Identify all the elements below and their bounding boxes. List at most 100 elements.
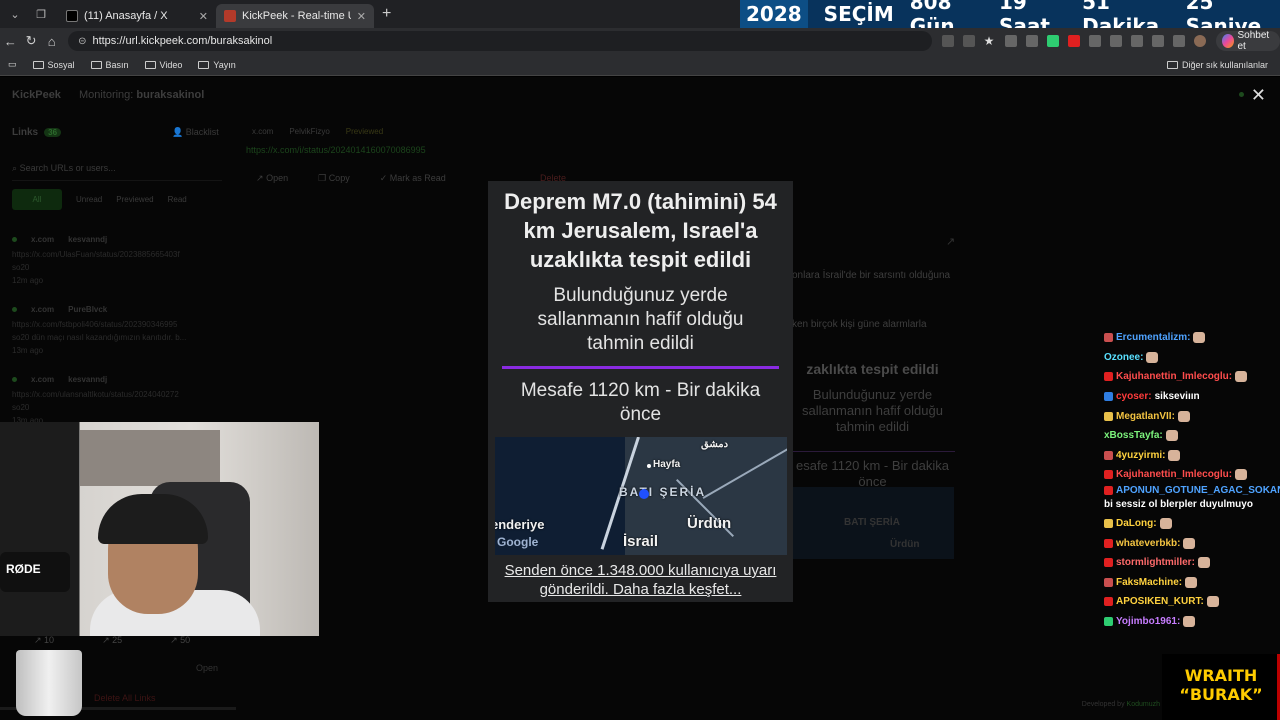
external-link-icon[interactable]: ↗: [946, 235, 955, 248]
close-icon[interactable]: ✕: [1251, 85, 1266, 106]
chat-username[interactable]: APONUN_GOTUNE_AGAC_SOKAN:: [1116, 485, 1280, 496]
chat-emote-icon: [1235, 469, 1248, 481]
chat-message: 4yuzyirmi:: [1104, 446, 1280, 466]
list-item[interactable]: x.com PureBlvck https://x.com/fstbpoli406…: [12, 305, 212, 355]
stat-item: ↗ 25: [102, 635, 123, 645]
site-info-icon[interactable]: ⊝: [78, 36, 86, 47]
chat-badge-icon: [1104, 333, 1113, 343]
live-indicator: [1239, 92, 1244, 97]
chat-message-head: MegatlanVII:: [1104, 410, 1190, 422]
item-site: x.com: [31, 305, 55, 314]
filter-all[interactable]: All: [12, 189, 62, 210]
copilot-chat-button[interactable]: Sohbet et: [1215, 30, 1280, 52]
chat-badge-icon: [1104, 617, 1113, 627]
copilot-icon: [1221, 34, 1234, 48]
extension-icon[interactable]: [1004, 35, 1017, 47]
chat-username[interactable]: xBossTayfa:: [1104, 430, 1163, 441]
close-tab-icon[interactable]: ✕: [199, 10, 208, 23]
chat-message: Kajuhanettin_Imlecoglu:: [1104, 465, 1280, 485]
tab-actions-icon[interactable]: ⌄: [4, 4, 26, 24]
close-tab-icon[interactable]: ✕: [357, 10, 366, 23]
extension-icon[interactable]: [1067, 35, 1080, 47]
profile-avatar[interactable]: [1193, 35, 1206, 47]
chat-message: MegatlanVII:: [1104, 406, 1280, 426]
url-field[interactable]: ⊝ https://url.kickpeek.com/buraksakinol: [68, 31, 932, 51]
list-item[interactable]: x.com kesvanndj https://x.com/UlasFuan/st…: [12, 235, 212, 285]
chat-message-head: xBossTayfa:: [1104, 430, 1178, 442]
chat-username[interactable]: Kajuhanettin_Imlecoglu:: [1116, 371, 1232, 382]
chat-message: xBossTayfa:: [1104, 426, 1280, 446]
extension-icon[interactable]: [1025, 35, 1038, 47]
translate-icon[interactable]: [941, 35, 954, 47]
monitoring-label: Monitoring:: [78, 89, 134, 101]
delete-all-links-button[interactable]: Delete All Links: [94, 693, 156, 703]
monitoring-status: Monitoring: buraksakinol: [79, 89, 204, 101]
tab-x-home[interactable]: (11) Anasayfa / X ✕: [58, 4, 216, 28]
favorites-icon[interactable]: [1151, 35, 1164, 47]
reading-list-icon[interactable]: ▭: [8, 59, 17, 70]
list-item[interactable]: x.com kesvanndj https://x.com/ulansnaltlk…: [12, 375, 212, 425]
stat-item: ↗ 10: [34, 635, 55, 645]
chat-username[interactable]: whateverbkb:: [1116, 538, 1180, 549]
read-aloud-icon[interactable]: [962, 35, 975, 47]
copy-button[interactable]: ❐ Copy: [318, 173, 350, 184]
chat-username[interactable]: cyoser:: [1116, 391, 1152, 402]
app-header: KickPeek Monitoring: buraksakinol: [12, 89, 204, 101]
mark-read-button[interactable]: ✓ Mark as Read: [380, 173, 446, 184]
chat-username[interactable]: APOSIKEN_KURT:: [1116, 596, 1204, 607]
chat-username[interactable]: Kajuhanettin_Imlecoglu:: [1116, 469, 1232, 480]
search-input[interactable]: ⌕ Search URLs or users...: [12, 163, 222, 181]
chat-username[interactable]: 4yuzyirmi:: [1116, 450, 1165, 461]
new-tab-icon[interactable]: +: [382, 5, 391, 23]
favorite-star-icon[interactable]: ★: [984, 35, 996, 47]
item-site: x.com: [31, 235, 55, 244]
bookmark-folder-yayin[interactable]: Yayın: [198, 60, 236, 70]
extensions-icon[interactable]: [1130, 35, 1143, 47]
mic-brand: RØDE: [6, 562, 41, 576]
chat-username[interactable]: Yojimbo1961:: [1116, 616, 1180, 627]
blacklist-button[interactable]: 👤 Blacklist: [172, 127, 219, 138]
chat-emote-icon: [1183, 537, 1196, 549]
folder-icon: [144, 60, 156, 69]
chat-username[interactable]: FaksMachine:: [1116, 577, 1182, 588]
back-icon[interactable]: ←: [0, 34, 21, 49]
filter-read[interactable]: Read: [168, 195, 187, 204]
links-label: Links: [12, 127, 39, 138]
chat-username[interactable]: Ozonee:: [1104, 352, 1143, 363]
chat-username[interactable]: DaLong:: [1116, 518, 1157, 529]
bookmark-folder-basin[interactable]: Basın: [90, 60, 129, 70]
home-icon[interactable]: ⌂: [41, 34, 62, 49]
chat-username[interactable]: Ercumentalizm:: [1116, 332, 1190, 343]
chat-message-head: stormlightmiller:: [1104, 557, 1210, 569]
bookmark-label: Sosyal: [47, 59, 75, 70]
selected-url-link[interactable]: https://x.com/i/status/20240141600700869…: [246, 145, 426, 155]
chat-message-head: DaLong:: [1104, 518, 1172, 530]
filter-previewed[interactable]: Previewed: [116, 195, 153, 204]
chat-message: Ercumentalizm:: [1104, 328, 1280, 348]
bookmark-folder-video[interactable]: Video: [144, 60, 182, 70]
chat-badge-icon: [1104, 577, 1113, 587]
bookmark-folder-sosyal[interactable]: Sosyal: [32, 59, 75, 70]
chat-username[interactable]: stormlightmiller:: [1116, 557, 1195, 568]
extension-icon[interactable]: [1046, 35, 1059, 47]
copy-icon: ❐: [318, 173, 327, 183]
chat-badge-icon: [1104, 485, 1113, 495]
open-button-secondary[interactable]: Open: [196, 663, 218, 673]
tab-kickpeek[interactable]: KickPeek - Real-time URL Crawler ✕: [216, 4, 374, 28]
workspaces-icon[interactable]: ❐: [30, 4, 52, 24]
open-label: Open: [266, 173, 289, 183]
chat-emote-icon: [1193, 332, 1206, 344]
extension-icon[interactable]: [1088, 35, 1101, 47]
reload-icon[interactable]: ↻: [21, 33, 42, 49]
collections-icon[interactable]: [1172, 35, 1185, 47]
item-extra: so20: [12, 263, 30, 272]
open-button[interactable]: ↗ Open: [256, 173, 288, 184]
item-time: 13m ago: [12, 346, 44, 355]
filter-unread[interactable]: Unread: [76, 195, 102, 204]
other-bookmarks[interactable]: Diğer sık kullanılanlar: [1166, 60, 1268, 70]
chat-username[interactable]: MegatlanVII:: [1116, 411, 1175, 422]
stat-value: 50: [180, 635, 191, 645]
alert-footer-link[interactable]: Senden önce 1.348.000 kullanıcıya uyarı …: [488, 561, 793, 599]
split-screen-icon[interactable]: [1109, 35, 1122, 47]
chat-emote-icon: [1177, 410, 1190, 422]
